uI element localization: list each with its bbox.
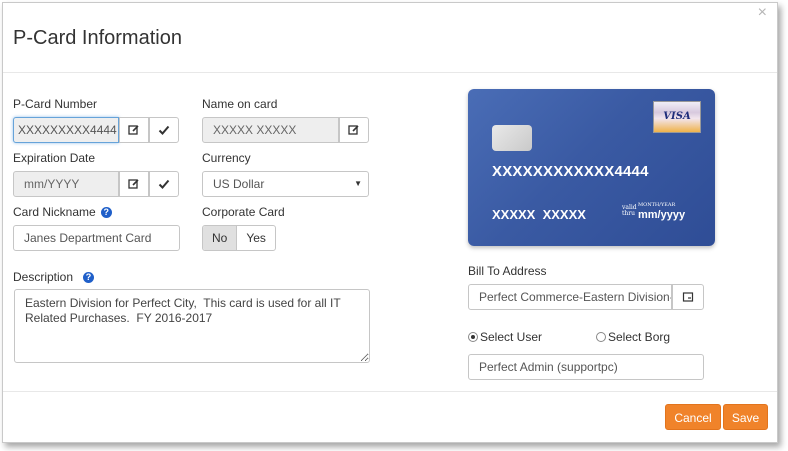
card-preview-valid-label: valid thru [622, 204, 637, 217]
description-label: Description? [13, 270, 95, 284]
radio-selected-icon [468, 332, 478, 342]
pcard-number-edit-button[interactable] [119, 117, 149, 143]
pcard-number-input[interactable]: XXXXXXXXX4444 [13, 117, 119, 143]
expiration-date-label: Expiration Date [13, 151, 96, 165]
edit-icon [128, 125, 139, 135]
name-on-card-label: Name on card [202, 97, 278, 111]
corporate-card-yes-option[interactable]: Yes [237, 226, 275, 250]
selected-user-input[interactable]: Perfect Admin (supportpc) [468, 354, 704, 380]
card-chip-icon [492, 125, 532, 151]
currency-select[interactable]: US Dollar ▼ [202, 171, 369, 197]
edit-icon [682, 292, 694, 302]
card-preview-number: XXXXXXXXXXXX4444 [492, 163, 649, 180]
card-preview-name: XXXXX XXXXX [492, 207, 586, 222]
caret-down-icon: ▼ [354, 179, 362, 188]
select-user-radio[interactable]: Select User [468, 330, 542, 344]
pcard-dialog: × P-Card Information P-Card Number XXXXX… [2, 2, 778, 443]
close-icon[interactable]: × [758, 5, 767, 21]
help-icon[interactable]: ? [83, 272, 95, 283]
select-borg-radio[interactable]: Select Borg [596, 330, 670, 344]
card-nickname-input[interactable]: Janes Department Card [13, 225, 180, 251]
corporate-card-label: Corporate Card [202, 205, 285, 219]
card-preview-expiry: mm/yyyy [638, 209, 686, 221]
dialog-title: P-Card Information [13, 27, 182, 49]
edit-icon [128, 179, 139, 189]
description-label-text: Description [13, 270, 74, 284]
pcard-number-label: P-Card Number [13, 97, 98, 111]
bill-to-address-edit-button[interactable] [672, 284, 704, 310]
card-nickname-label-text: Card Nickname [13, 205, 96, 219]
help-icon[interactable]: ? [100, 207, 112, 218]
check-icon [158, 125, 170, 135]
select-user-label: Select User [480, 330, 543, 344]
check-icon [158, 179, 170, 189]
footer-divider [3, 391, 777, 392]
cancel-button[interactable]: Cancel [665, 404, 721, 430]
corporate-card-no-option[interactable]: No [203, 226, 238, 250]
header-divider [3, 72, 777, 73]
card-nickname-label: Card Nickname? [13, 205, 112, 219]
bill-to-address-input[interactable]: Perfect Commerce-Eastern Division- [468, 284, 672, 310]
radio-unselected-icon [596, 332, 606, 342]
edit-icon [348, 125, 359, 135]
corporate-card-toggle: No Yes [202, 225, 276, 251]
pcard-number-confirm-button[interactable] [149, 117, 179, 143]
expiration-date-input[interactable]: mm/YYYY [13, 171, 119, 197]
expiration-date-edit-button[interactable] [119, 171, 149, 197]
card-preview: VISA XXXXXXXXXXXX4444 XXXXX XXXXX valid … [468, 89, 715, 246]
expiration-date-confirm-button[interactable] [149, 171, 179, 197]
visa-logo: VISA [653, 101, 701, 133]
description-textarea[interactable] [14, 289, 370, 363]
name-on-card-input[interactable]: XXXXX XXXXX [202, 117, 339, 143]
save-button[interactable]: Save [723, 404, 768, 430]
name-on-card-edit-button[interactable] [339, 117, 369, 143]
currency-label: Currency [202, 151, 251, 165]
card-preview-month-year-label: MONTH/YEAR [638, 202, 676, 208]
currency-selected-value: US Dollar [213, 177, 265, 191]
bill-to-address-label: Bill To Address [468, 264, 547, 278]
select-borg-label: Select Borg [608, 330, 671, 344]
